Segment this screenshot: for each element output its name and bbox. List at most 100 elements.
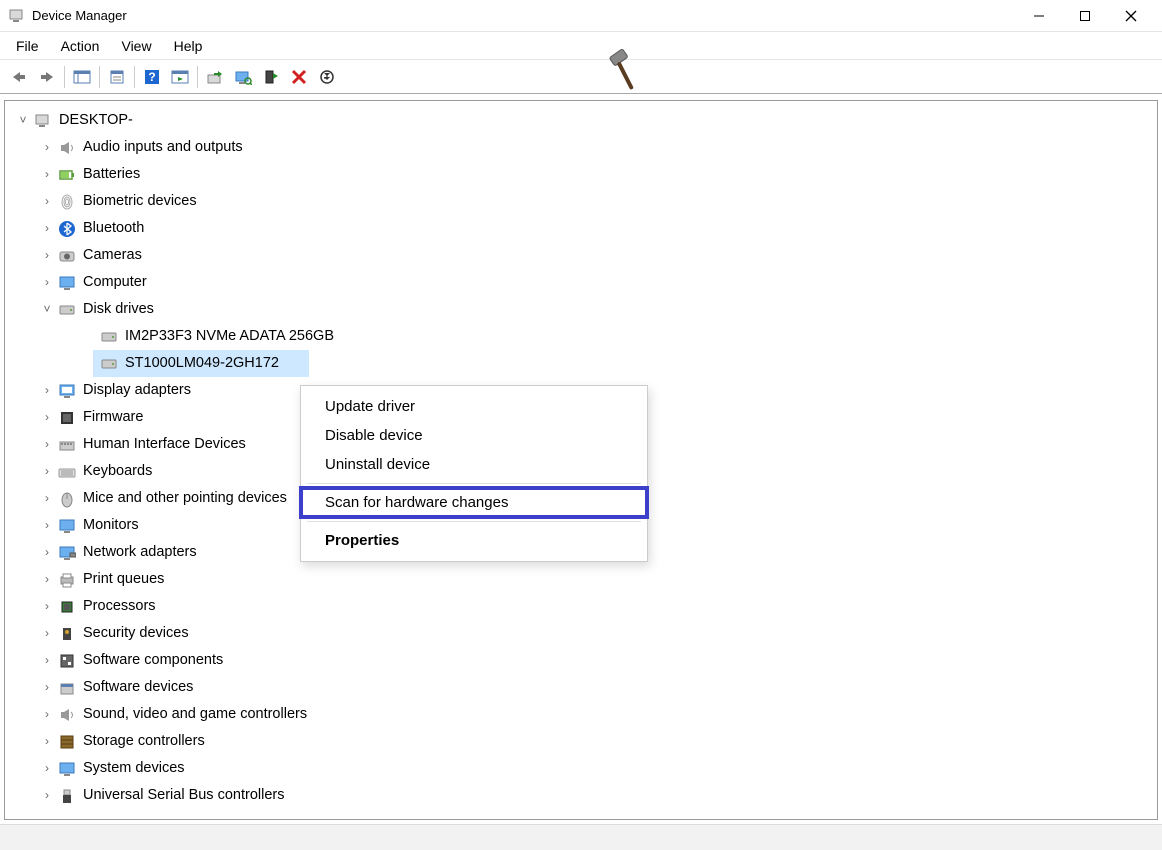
tree-category-label: Print queues (81, 570, 166, 589)
expand-toggle[interactable]: › (39, 788, 55, 802)
tree-category-label: Firmware (81, 408, 145, 427)
fingerprint-icon (57, 192, 77, 212)
display-adapter-icon (57, 381, 77, 401)
tree-category[interactable]: › Biometric devices (9, 188, 1153, 215)
expand-toggle[interactable]: › (39, 572, 55, 586)
storage-icon (57, 732, 77, 752)
expand-toggle[interactable]: › (39, 626, 55, 640)
tree-root-node[interactable]: ˅ DESKTOP- (9, 107, 1153, 134)
expand-toggle[interactable]: › (39, 140, 55, 154)
tree-category[interactable]: › Software devices (9, 674, 1153, 701)
tree-category-label: Universal Serial Bus controllers (81, 786, 286, 805)
tree-category[interactable]: › System devices (9, 755, 1153, 782)
toolbar-enable-device-button[interactable] (258, 64, 284, 90)
monitor-icon (57, 273, 77, 293)
expand-toggle[interactable]: › (39, 248, 55, 262)
tree-device-selected[interactable]: ST1000LM049-2GH172 (9, 350, 1153, 377)
expand-toggle[interactable]: › (39, 437, 55, 451)
tree-category-label: Audio inputs and outputs (81, 138, 245, 157)
context-menu-uninstall-device[interactable]: Uninstall device (301, 450, 647, 479)
expand-toggle[interactable]: ˅ (39, 302, 55, 316)
toolbar-update-driver-button[interactable] (202, 64, 228, 90)
expand-toggle[interactable]: › (39, 383, 55, 397)
toolbar-show-hide-tree-button[interactable] (69, 64, 95, 90)
expand-toggle[interactable]: › (39, 194, 55, 208)
window-title: Device Manager (32, 8, 1016, 23)
tree-category[interactable]: › Computer (9, 269, 1153, 296)
firmware-icon (57, 408, 77, 428)
context-menu-scan-hardware[interactable]: Scan for hardware changes (301, 488, 647, 517)
sound-icon (57, 705, 77, 725)
titlebar: Device Manager (0, 0, 1162, 32)
expand-toggle[interactable]: › (39, 653, 55, 667)
expand-toggle[interactable]: › (39, 491, 55, 505)
tree-category[interactable]: › Processors (9, 593, 1153, 620)
status-bar (0, 824, 1162, 850)
tree-device[interactable]: IM2P33F3 NVMe ADATA 256GB (9, 323, 1153, 350)
expand-toggle[interactable]: › (39, 167, 55, 181)
security-icon (57, 624, 77, 644)
tree-category[interactable]: › Security devices (9, 620, 1153, 647)
menu-action[interactable]: Action (53, 36, 108, 56)
toolbar-show-hidden-button[interactable] (167, 64, 193, 90)
context-menu: Update driver Disable device Uninstall d… (300, 385, 648, 562)
tree-category[interactable]: › Bluetooth (9, 215, 1153, 242)
tree-category[interactable]: › Print queues (9, 566, 1153, 593)
tree-category-label: Network adapters (81, 543, 199, 562)
tree-category-label: Sound, video and game controllers (81, 705, 309, 724)
toolbar-back-button[interactable] (6, 64, 32, 90)
toolbar-help-button[interactable]: ? (139, 64, 165, 90)
tree-category[interactable]: › Storage controllers (9, 728, 1153, 755)
tree-category-label: Biometric devices (81, 192, 199, 211)
toolbar-scan-hardware-button[interactable] (230, 64, 256, 90)
expand-toggle[interactable]: › (39, 464, 55, 478)
expand-toggle[interactable]: › (39, 545, 55, 559)
toolbar-uninstall-button[interactable] (286, 64, 312, 90)
tree-category[interactable]: › Sound, video and game controllers (9, 701, 1153, 728)
expand-toggle[interactable]: › (39, 275, 55, 289)
tree-category[interactable]: › Cameras (9, 242, 1153, 269)
cpu-icon (57, 597, 77, 617)
expand-toggle[interactable]: ˅ (15, 113, 31, 127)
expand-toggle[interactable]: › (39, 221, 55, 235)
menu-help[interactable]: Help (166, 36, 211, 56)
expand-toggle[interactable]: › (39, 599, 55, 613)
context-menu-properties[interactable]: Properties (301, 526, 647, 555)
tree-category[interactable]: › Audio inputs and outputs (9, 134, 1153, 161)
tree-category-label: Computer (81, 273, 149, 292)
context-menu-disable-device[interactable]: Disable device (301, 421, 647, 450)
tree-category[interactable]: › Universal Serial Bus controllers (9, 782, 1153, 809)
toolbar-forward-button[interactable] (34, 64, 60, 90)
toolbar-properties-button[interactable] (104, 64, 130, 90)
tree-category-label: Software devices (81, 678, 195, 697)
close-button[interactable] (1108, 0, 1154, 32)
tree-category[interactable]: › Software components (9, 647, 1153, 674)
computer-icon (33, 111, 53, 131)
tree-category[interactable]: ˅ Disk drives (9, 296, 1153, 323)
tree-category-label: Processors (81, 597, 158, 616)
toolbar-separator (99, 66, 100, 88)
usb-icon (57, 786, 77, 806)
context-menu-update-driver[interactable]: Update driver (301, 392, 647, 421)
disk-icon (57, 300, 77, 320)
expand-toggle[interactable]: › (39, 680, 55, 694)
expand-toggle[interactable]: › (39, 410, 55, 424)
maximize-button[interactable] (1062, 0, 1108, 32)
context-menu-separator (307, 483, 641, 484)
toolbar-scan-changes-button[interactable] (314, 64, 340, 90)
camera-icon (57, 246, 77, 266)
expand-toggle[interactable]: › (39, 761, 55, 775)
menu-view[interactable]: View (113, 36, 159, 56)
monitor-icon (57, 516, 77, 536)
tree-category-label: System devices (81, 759, 187, 778)
expand-toggle[interactable]: › (39, 707, 55, 721)
tree-category[interactable]: › Batteries (9, 161, 1153, 188)
system-icon (57, 759, 77, 779)
minimize-button[interactable] (1016, 0, 1062, 32)
expand-toggle[interactable]: › (39, 734, 55, 748)
hid-icon (57, 435, 77, 455)
battery-icon (57, 165, 77, 185)
menu-file[interactable]: File (8, 36, 47, 56)
disk-icon (99, 354, 119, 374)
expand-toggle[interactable]: › (39, 518, 55, 532)
